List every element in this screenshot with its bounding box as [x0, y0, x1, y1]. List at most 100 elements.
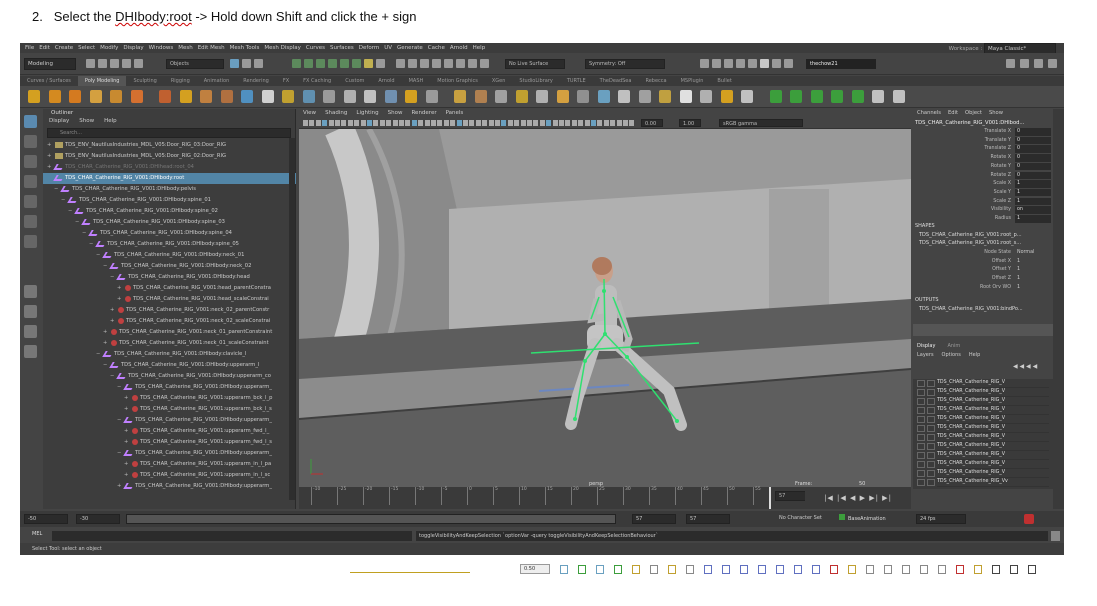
menu-surfaces[interactable]: Surfaces: [330, 43, 354, 53]
viewport-tool-icon[interactable]: [520, 120, 526, 126]
viewport-menu-view[interactable]: View: [303, 110, 316, 116]
display-layer-item[interactable]: TDS_CHAR_Catherine_RIG_V: [937, 388, 1049, 397]
lasso-tool-icon[interactable]: [24, 135, 37, 148]
viewport-tool-icon[interactable]: [373, 120, 379, 126]
viewport-tool-icon[interactable]: [354, 120, 360, 126]
options-menu[interactable]: Options: [942, 352, 961, 358]
shape-attr-value[interactable]: 1: [1015, 258, 1051, 266]
layer-visibility-toggle[interactable]: [917, 470, 925, 477]
select-by-curve-icon[interactable]: [316, 59, 325, 68]
channel-row-rotate-y[interactable]: Rotate Y 0: [913, 162, 1053, 172]
shelf-cylinder-icon[interactable]: [69, 90, 81, 103]
menu-select[interactable]: Select: [78, 43, 95, 53]
viewport-tool-icon[interactable]: [463, 120, 468, 126]
viewport-tool-icon[interactable]: [591, 120, 596, 126]
layer-playback-toggle[interactable]: [927, 425, 935, 432]
expand-toggle[interactable]: +: [110, 305, 118, 316]
viewport-tool-icon[interactable]: [533, 120, 539, 126]
tool-shelf-icon[interactable]: [740, 565, 748, 574]
viewport-tool-icon[interactable]: [616, 120, 622, 126]
shelf-planar-map-icon[interactable]: [790, 90, 802, 103]
channel-value[interactable]: on: [1015, 206, 1051, 214]
menu-cache[interactable]: Cache: [428, 43, 445, 53]
channel-value[interactable]: 0: [1015, 162, 1051, 171]
expand-toggle[interactable]: +: [47, 140, 55, 151]
outliner-row[interactable]: + TDS_CHAR_Catherine_RIG_V001:neck_02_par…: [43, 305, 296, 316]
single-perspective-layout-icon[interactable]: [24, 285, 37, 298]
layer-playback-toggle[interactable]: [927, 461, 935, 468]
outliner-row[interactable]: + TDS_CHAR_Catherine_RIG_V001:upperarm_bc…: [43, 404, 296, 415]
viewport-menu-lighting[interactable]: Lighting: [356, 110, 378, 116]
hypershade-icon[interactable]: [748, 59, 757, 68]
scale-tool-icon[interactable]: [24, 215, 37, 228]
outliner-row[interactable]: − TDS_CHAR_Catherine_RIG_V001:DHIbody:spi…: [43, 195, 296, 206]
shelf-cut-icon[interactable]: [892, 90, 905, 103]
shape-attr-row[interactable]: Node State Normal: [913, 249, 1053, 258]
select-by-joint-icon[interactable]: [304, 59, 313, 68]
viewport-tool-icon[interactable]: [303, 120, 308, 126]
redo-icon[interactable]: [134, 59, 143, 68]
shelf-collapse-icon[interactable]: [700, 90, 712, 103]
channel-row-translate-z[interactable]: Translate Z 0: [913, 145, 1053, 154]
expand-toggle[interactable]: +: [124, 437, 132, 448]
shelf-tab-curves-surfaces[interactable]: Curves / Surfaces: [20, 76, 78, 86]
ipr-render-icon[interactable]: [724, 59, 733, 68]
symmetry-dropdown[interactable]: Symmetry: Off: [585, 59, 665, 69]
menu-file[interactable]: File: [25, 43, 34, 53]
outliner-row[interactable]: − TDS_CHAR_Catherine_RIG_V001:DHIbody:spi…: [43, 206, 296, 217]
channel-value[interactable]: 0: [1015, 171, 1051, 179]
layer-visibility-toggle[interactable]: [917, 434, 925, 441]
arnold-render-icon[interactable]: [760, 59, 769, 68]
shelf-uv-editor-icon[interactable]: [769, 90, 782, 103]
shelf-extract-icon[interactable]: [454, 90, 466, 103]
expand-toggle[interactable]: +: [124, 459, 132, 470]
select-by-dynamic-icon[interactable]: [352, 59, 361, 68]
snap-live-icon[interactable]: [444, 59, 453, 68]
animation-start-field[interactable]: -50: [24, 514, 68, 524]
menu-modify[interactable]: Modify: [100, 43, 118, 53]
animation-end-field[interactable]: 57: [686, 514, 730, 524]
outliner-row[interactable]: − TDS_CHAR_Catherine_RIG_V001:DHIbody:cla…: [43, 349, 296, 360]
channel-row-scale-x[interactable]: Scale X 1: [913, 180, 1053, 189]
shelf-tab-thedeadsea[interactable]: TheDeadSea: [593, 76, 639, 86]
hierarchy-mode-icon[interactable]: [230, 59, 239, 68]
channel-value[interactable]: 0: [1015, 154, 1051, 162]
outliner-row[interactable]: + TDS_CHAR_Catherine_RIG_V001:head_parent…: [43, 283, 296, 294]
layer-visibility-toggle[interactable]: [917, 443, 925, 450]
outliner-row[interactable]: − TDS_CHAR_Catherine_RIG_V001:DHIbody:upp…: [43, 360, 296, 371]
expand-toggle[interactable]: +: [124, 470, 132, 481]
anim-layer-dropdown[interactable]: BaseAnimation: [836, 514, 912, 524]
outliner-row[interactable]: − TDS_CHAR_Catherine_RIG_V001:DHIbody:spi…: [43, 228, 296, 239]
outliner-row[interactable]: + TDS_CHAR_Catherine_RIG_V001:upperarm_in…: [43, 459, 296, 470]
shelf-auto-map-icon[interactable]: [851, 90, 864, 103]
shape-attr-row[interactable]: Offset Y 1: [913, 266, 1053, 275]
folder-icon[interactable]: [86, 59, 95, 68]
snap-view-plane-icon[interactable]: [432, 59, 441, 68]
channel-value[interactable]: 0: [1015, 128, 1051, 136]
outliner-row[interactable]: + TDS_CHAR_Catherine_RIG_V001:upperarm_fw…: [43, 437, 296, 448]
layer-playback-toggle[interactable]: [927, 443, 935, 450]
shape-attr-value[interactable]: 1: [1015, 275, 1051, 283]
display-layer-item[interactable]: TDS_CHAR_Catherine_RIG_V: [937, 415, 1049, 424]
layer-playback-toggle[interactable]: [927, 452, 935, 459]
menu-curves[interactable]: Curves: [306, 43, 325, 53]
layer-playback-toggle[interactable]: [927, 389, 935, 396]
snap-surface-icon[interactable]: [468, 59, 477, 68]
tool-shelf-icon[interactable]: [920, 565, 928, 574]
tool-shelf-icon[interactable]: [956, 565, 964, 574]
viewport-tool-icon[interactable]: [488, 120, 494, 126]
viewport-tool-icon[interactable]: [399, 120, 404, 126]
outliner-row[interactable]: + TDS_ENV_NautilusIndustries_MDL_V05:Door…: [43, 140, 296, 151]
select-by-render-icon[interactable]: [364, 59, 373, 68]
tool-shelf-icon[interactable]: [992, 565, 1000, 574]
viewport-tool-icon[interactable]: [623, 120, 628, 126]
channel-value[interactable]: 1: [1015, 215, 1051, 223]
layer-playback-toggle[interactable]: [927, 398, 935, 405]
layer-visibility-toggle[interactable]: [917, 416, 925, 423]
channel-row-translate-x[interactable]: Translate X 0: [913, 128, 1053, 137]
display-layer-item[interactable]: TDS_CHAR_Catherine_RIG_V: [937, 424, 1049, 433]
render-frame-icon[interactable]: [712, 59, 721, 68]
snap-point-icon[interactable]: [420, 59, 429, 68]
viewport-menu-panels[interactable]: Panels: [446, 110, 464, 116]
shelf-tab-motion-graphics[interactable]: Motion Graphics: [430, 76, 485, 86]
